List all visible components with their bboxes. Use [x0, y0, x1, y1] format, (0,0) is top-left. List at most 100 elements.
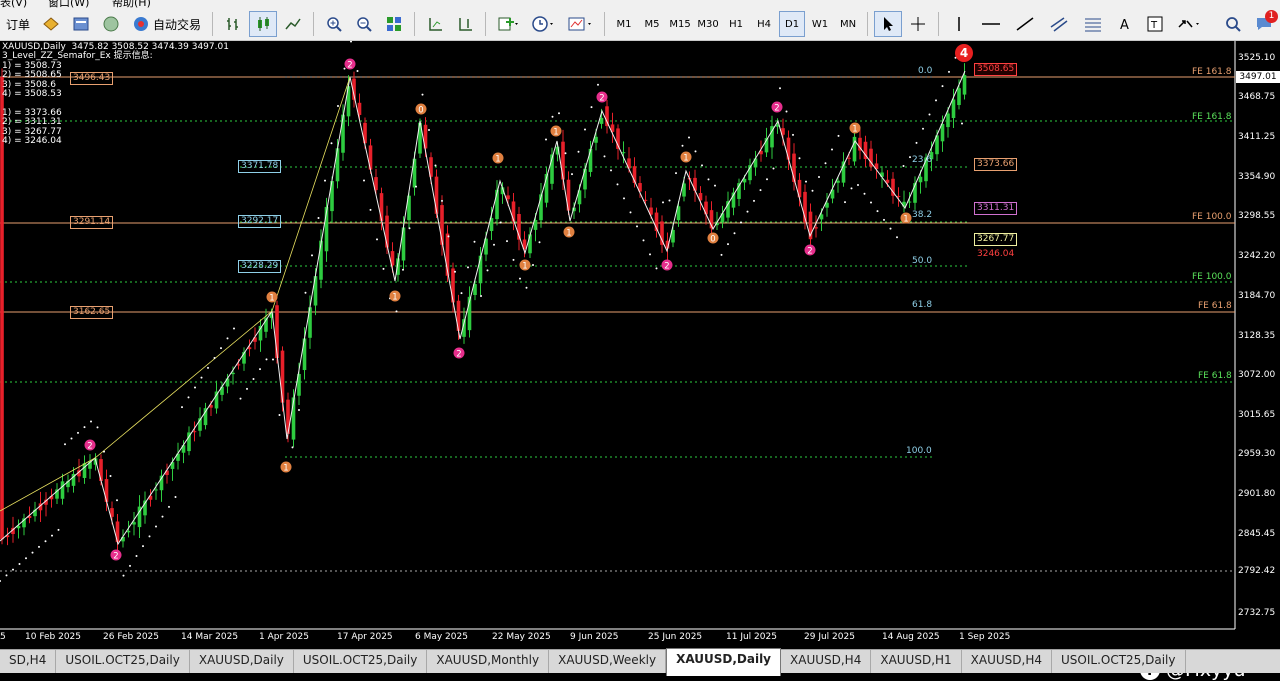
level-box[interactable]: 3246.04 — [974, 248, 1018, 261]
cursor-arrow-icon[interactable] — [874, 11, 903, 37]
zoom-in-icon[interactable] — [320, 11, 348, 37]
sar-dot — [831, 148, 833, 151]
sar-dot — [649, 253, 651, 256]
sar-dot — [70, 437, 73, 440]
chart-tab[interactable]: XAUUSD,Weekly — [549, 650, 667, 673]
channel-icon[interactable] — [1043, 11, 1075, 37]
level-box[interactable]: 3228.29 — [238, 260, 282, 273]
sar-dot — [272, 358, 274, 361]
chart-tab[interactable]: SD,H4 — [0, 650, 57, 673]
menu-window[interactable]: 窗口(W) — [48, 0, 89, 8]
price-tick: 3525.10 — [1238, 53, 1276, 63]
fibonacci-icon[interactable] — [1077, 11, 1109, 37]
timeframe-mn[interactable]: MN — [835, 11, 861, 37]
level-box[interactable]: 3373.66 — [974, 158, 1018, 171]
timeframe-h1[interactable]: H1 — [723, 11, 749, 37]
sar-dot — [785, 110, 788, 113]
sar-dot — [213, 356, 216, 359]
sar-dot — [551, 115, 554, 118]
sar-dot — [571, 173, 573, 176]
candle-body — [231, 372, 235, 375]
diamond-icon[interactable] — [37, 11, 65, 37]
sar-dot — [220, 347, 222, 350]
indicator-value: 4) = 3246.04 — [2, 136, 62, 147]
semafor-label: 0 — [418, 105, 423, 115]
candle-body — [192, 431, 197, 433]
meta-editor-icon[interactable] — [67, 11, 95, 37]
timeframe-m15[interactable]: M15 — [667, 11, 693, 37]
price-tick: 3128.35 — [1238, 331, 1276, 341]
indicators-icon[interactable] — [492, 11, 524, 37]
chart-tab[interactable]: XAUUSD,H4 — [962, 650, 1052, 673]
candle-body — [341, 114, 345, 153]
price-chart[interactable]: 2 2 1 1 2 1 0 2 1 1 1 1 2 2 1 0 2 2 1 1 XAUUSD,Daily 3475.8… — [0, 41, 1280, 681]
line-chart-icon[interactable] — [279, 11, 307, 37]
level-box[interactable]: 3311.31 — [974, 202, 1018, 215]
auto-trading-button[interactable]: 自动交易 — [127, 11, 206, 37]
bar-chart-icon[interactable] — [219, 11, 247, 37]
candle-chart-icon[interactable] — [249, 11, 278, 37]
menu-help[interactable]: 帮助(H) — [112, 0, 151, 8]
semafor-label: 2 — [807, 246, 812, 256]
timeframe-h4[interactable]: H4 — [751, 11, 777, 37]
text-label-icon[interactable]: T — [1141, 11, 1169, 37]
timeframe-m1[interactable]: M1 — [611, 11, 637, 37]
sar-dot — [681, 144, 684, 147]
sar-dot — [246, 387, 248, 390]
sar-dot — [337, 104, 339, 107]
semafor-label: 1 — [903, 214, 908, 224]
candle-body — [814, 227, 818, 229]
level-box[interactable]: 3496.43 — [70, 72, 114, 85]
sar-dot — [369, 208, 372, 211]
level-box[interactable]: 3371.78 — [238, 160, 282, 173]
chart-tab[interactable]: XAUUSD,H1 — [871, 650, 962, 673]
sar-dot — [454, 270, 456, 273]
timeframe-w1[interactable]: W1 — [807, 11, 833, 37]
chart-tab[interactable]: XAUUSD,Daily — [190, 650, 294, 673]
vertical-line-icon[interactable] — [945, 11, 973, 37]
sar-dot — [226, 337, 229, 340]
chart-shift-icon[interactable] — [451, 11, 479, 37]
sar-dot — [759, 189, 762, 192]
trend-line-icon[interactable] — [1009, 11, 1041, 37]
templates-icon[interactable] — [562, 11, 598, 37]
zoom-out-icon[interactable] — [350, 11, 378, 37]
search-icon[interactable] — [1219, 11, 1247, 37]
level-box[interactable]: 3291.14 — [70, 216, 114, 229]
menu-view[interactable]: 表(V) — [0, 0, 27, 8]
candle-body — [962, 75, 967, 95]
chart-tab[interactable]: USOIL.OCT25,Daily — [1052, 650, 1186, 673]
semafor-label: 1 — [392, 292, 397, 302]
chart-tab[interactable]: USOIL.OCT25,Daily — [294, 650, 428, 673]
horizontal-line-icon[interactable] — [975, 11, 1007, 37]
notification-bell[interactable]: 1 — [1249, 10, 1279, 37]
timeframe-m5[interactable]: M5 — [639, 11, 665, 37]
level-box[interactable]: 3508.65 — [974, 63, 1018, 76]
chart-tab[interactable]: XAUUSD,Monthly — [427, 650, 550, 673]
semafor-label: 2 — [774, 103, 779, 113]
periods-clock-icon[interactable] — [526, 11, 560, 37]
level-box[interactable]: 3267.77 — [974, 233, 1018, 246]
crosshair-icon[interactable] — [904, 11, 932, 37]
semafor-label: 2 — [347, 60, 352, 70]
level-box[interactable]: 3292.17 — [238, 215, 282, 228]
price-tick: 2845.45 — [1238, 529, 1276, 539]
date-tick: 5 — [0, 632, 6, 642]
new-order-button[interactable]: 订单 — [1, 11, 35, 37]
timeframe-d1[interactable]: D1 — [779, 11, 806, 37]
sar-dot — [889, 227, 892, 230]
chart-tab[interactable]: XAUUSD,H4 — [781, 650, 872, 673]
arrows-tool-icon[interactable] — [1171, 11, 1207, 37]
tile-windows-icon[interactable] — [380, 11, 408, 37]
text-tool-icon[interactable]: A — [1111, 11, 1139, 37]
timeframe-m30[interactable]: M30 — [695, 11, 721, 37]
chart-tab[interactable]: USOIL.OCT25,Daily — [56, 650, 190, 673]
globe-icon[interactable] — [97, 11, 125, 37]
sar-dot — [597, 83, 599, 86]
sar-dot — [467, 266, 469, 269]
sar-dot — [499, 221, 502, 224]
sar-dot — [330, 142, 333, 145]
fib-label: 61.8 — [912, 300, 933, 310]
level-box[interactable]: 3162.65 — [70, 306, 114, 319]
auto-scroll-icon[interactable] — [421, 11, 449, 37]
